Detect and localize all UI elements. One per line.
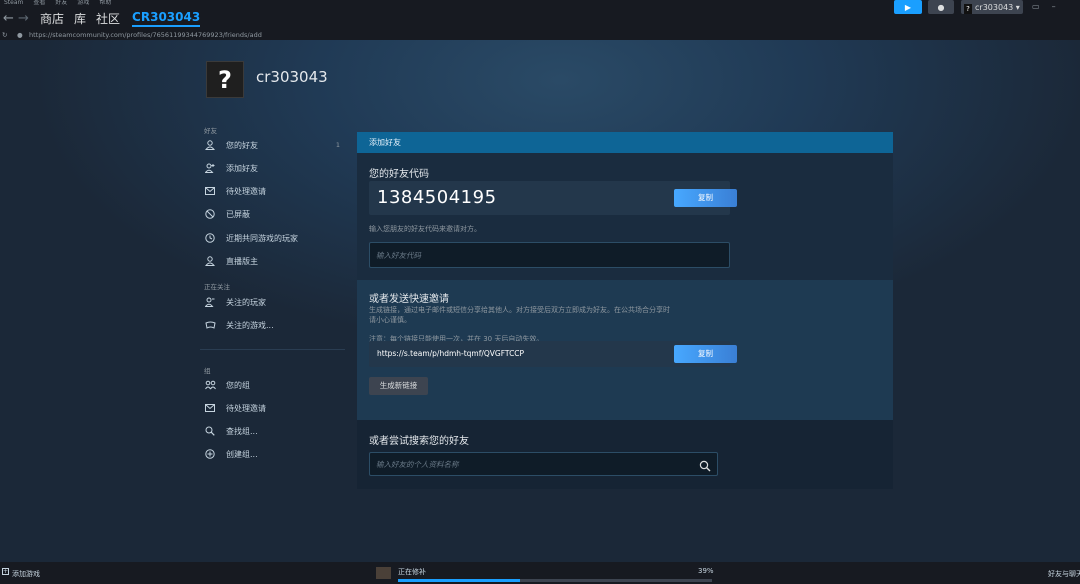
sidebar-item-label: 关注的玩家	[226, 297, 266, 307]
nav-community[interactable]: 社区	[96, 10, 120, 27]
plus-icon[interactable]: +	[2, 568, 9, 575]
quick-invite-desc-line-2: 请小心谨慎。	[369, 316, 411, 324]
sidebar-item-label: 近期共同游戏的玩家	[226, 233, 298, 243]
download-percent: 39%	[698, 567, 714, 575]
search-icon[interactable]	[699, 457, 711, 476]
sidebar-item-label: 您的好友	[226, 140, 258, 150]
quick-invite-desc-line-1: 生成链接，通过电子邮件或短信分享给其他人。对方接受后双方立即成为好友。在公共场合…	[369, 306, 670, 314]
sidebar-item-label: 添加好友	[226, 163, 258, 173]
url-bar: ↻ ● https://steamcommunity.com/profiles/…	[0, 30, 1080, 40]
add-friend-panel: 添加好友 您的好友代码 1384504195 复制 输入您朋友的好友代码来邀请对…	[357, 132, 893, 489]
friend-search-input[interactable]	[369, 452, 718, 476]
download-status[interactable]: 正在修补	[398, 567, 426, 577]
avatar: ?	[964, 4, 972, 14]
nav-library[interactable]: 库	[74, 10, 86, 27]
panel-header: 添加好友	[357, 132, 893, 153]
gamepad-icon	[204, 321, 216, 329]
person-icon	[204, 256, 216, 266]
sidebar-section-groups: 组	[204, 367, 211, 375]
arrow-right-icon[interactable]: →	[17, 11, 30, 26]
sidebar-item-label: 待处理邀请	[226, 403, 266, 413]
copy-link-button[interactable]: 复制	[674, 345, 737, 363]
search-field-wrapper	[369, 452, 718, 476]
blocked-icon	[204, 209, 216, 219]
sidebar-item-recently-played[interactable]: 近期共同游戏的玩家	[204, 230, 344, 246]
sidebar-item-your-groups[interactable]: 您的组	[204, 377, 344, 393]
sidebar-item-label: 直播版主	[226, 256, 258, 266]
nav-profile-active[interactable]: CR303043	[132, 10, 201, 27]
sidebar-item-label: 您的组	[226, 380, 250, 390]
sidebar-item-blocked[interactable]: 已屏蔽	[204, 206, 344, 222]
user-menu-name: cr303043	[975, 3, 1014, 12]
follow-person-icon	[204, 297, 216, 307]
bottom-bar: + 添加游戏 正在修补 39% 好友与聊天	[0, 562, 1080, 584]
sidebar-item-group-invites[interactable]: 待处理邀请	[204, 400, 344, 416]
group-icon	[204, 380, 216, 390]
sidebar-item-add-friend[interactable]: 添加好友	[204, 160, 344, 176]
window-controls: ▭–	[1032, 2, 1068, 11]
friend-code-hint: 输入您朋友的好友代码来邀请对方。	[369, 225, 481, 233]
sidebar-item-followed-players[interactable]: 关注的玩家	[204, 294, 344, 310]
notifications-button[interactable]: ●	[928, 0, 954, 14]
friend-code-box: 1384504195 复制	[369, 181, 737, 215]
download-progress-bar[interactable]	[398, 579, 712, 582]
friends-count: 1	[335, 141, 340, 149]
sidebar-item-broadcast-moderators[interactable]: 直播版主	[204, 253, 344, 269]
user-menu-button[interactable]: ? cr303043 ▾	[961, 0, 1023, 14]
friends-chat-button[interactable]: 好友与聊天	[1048, 569, 1080, 579]
sidebar-item-followed-games[interactable]: 关注的游戏...	[204, 317, 344, 333]
download-game-thumbnail[interactable]	[376, 567, 391, 579]
sidebar-item-label: 关注的游戏...	[226, 320, 274, 330]
profile-name[interactable]: cr303043	[256, 68, 328, 86]
sidebar-item-your-friends[interactable]: 您的好友 1	[204, 137, 344, 153]
sidebar-section-following: 正在关注	[204, 283, 230, 291]
search-friends-section: 或者尝试搜索您的好友	[357, 420, 893, 489]
invite-link-box: https://s.team/p/hdmh-tqmf/QVGFTCCP 复制	[369, 341, 737, 367]
search-icon	[204, 426, 216, 436]
invite-link-value[interactable]: https://s.team/p/hdmh-tqmf/QVGFTCCP	[377, 341, 524, 367]
megaphone-icon: ▶	[904, 3, 912, 12]
envelope-icon	[204, 187, 216, 195]
sidebar-item-label: 查找组...	[226, 426, 258, 436]
sidebar-item-find-groups[interactable]: 查找组...	[204, 423, 344, 439]
nav-bar: ← → 商店 库 社区 CR303043 ▶ ● ? cr303043 ▾ ▭–	[0, 0, 1080, 30]
person-icon	[204, 140, 216, 150]
clock-icon	[204, 233, 216, 243]
copy-code-button[interactable]: 复制	[674, 189, 737, 207]
envelope-icon	[204, 404, 216, 412]
sidebar-item-label: 创建组...	[226, 449, 258, 459]
sidebar-section-friends: 好友	[204, 127, 217, 135]
refresh-icon[interactable]: ↻	[2, 30, 7, 40]
download-progress-fill	[398, 579, 521, 582]
arrow-left-icon[interactable]: ←	[2, 11, 15, 26]
sidebar-divider	[200, 349, 345, 350]
quick-invite-title: 或者发送快速邀请	[369, 294, 449, 305]
page-content: ? cr303043 好友 您的好友 1 添加好友 待处理邀请 已屏蔽 近期共同…	[0, 40, 1080, 562]
profile-avatar[interactable]: ?	[206, 61, 244, 98]
sidebar-item-pending-invites[interactable]: 待处理邀请	[204, 183, 344, 199]
add-game-button[interactable]: 添加游戏	[12, 569, 40, 579]
nav-store[interactable]: 商店	[40, 10, 64, 27]
announcement-button[interactable]: ▶	[894, 0, 922, 14]
sidebar-item-label: 待处理邀请	[226, 186, 266, 196]
friend-code-section: 您的好友代码 1384504195 复制 输入您朋友的好友代码来邀请对方。	[357, 153, 893, 280]
minimize-icon[interactable]: –	[1052, 2, 1068, 11]
sidebar-item-create-group[interactable]: 创建组...	[204, 446, 344, 462]
quick-invite-section: 或者发送快速邀请 生成链接，通过电子邮件或短信分享给其他人。对方接受后双方立即成…	[357, 280, 893, 420]
generate-link-button[interactable]: 生成新链接	[369, 377, 428, 395]
url-text[interactable]: https://steamcommunity.com/profiles/7656…	[29, 30, 262, 40]
friend-code-value[interactable]: 1384504195	[377, 181, 497, 215]
add-person-icon	[204, 163, 216, 173]
friend-code-input[interactable]	[369, 242, 730, 268]
sidebar-item-label: 已屏蔽	[226, 209, 250, 219]
bell-icon: ●	[937, 3, 945, 12]
plus-circle-icon	[204, 449, 216, 459]
search-friends-title: 或者尝试搜索您的好友	[369, 436, 469, 447]
friend-code-title: 您的好友代码	[369, 169, 429, 180]
chevron-down-icon: ▾	[1015, 3, 1020, 12]
lock-icon: ●	[17, 31, 23, 39]
big-picture-icon[interactable]: ▭	[1032, 2, 1052, 11]
